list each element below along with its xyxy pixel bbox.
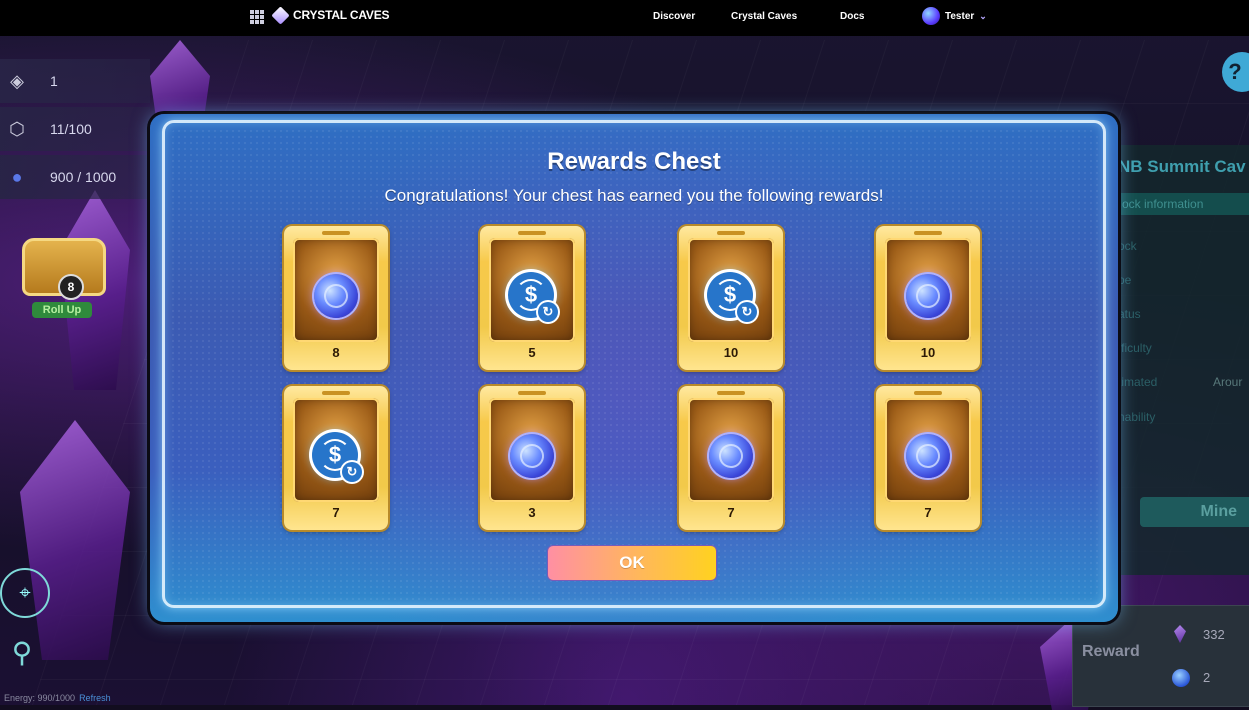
card-notch: [914, 391, 942, 395]
reward-card: 7: [876, 386, 980, 530]
brand-logo[interactable]: CRYSTAL CAVES: [271, 5, 390, 25]
diamond-icon: [271, 5, 290, 25]
hud-capacity-row: ⬡ 11/100: [0, 107, 150, 151]
card-notch: [322, 391, 350, 395]
reward-label: Reward: [1082, 643, 1140, 660]
bridge-badge-icon: ↻: [737, 302, 757, 322]
card-notch: [518, 391, 546, 395]
reward-card: 3: [480, 386, 584, 530]
card-notch: [717, 231, 745, 235]
info-label: fficulty: [1118, 341, 1152, 355]
info-label: timated: [1118, 375, 1158, 389]
reward-coin-value: 2: [1203, 670, 1211, 685]
nav-link-crystal-caves[interactable]: Crystal Caves: [731, 11, 797, 22]
reward-card: 7: [679, 386, 783, 530]
cave-title: NB Summit Cav: [1118, 157, 1246, 176]
reward-card: $ ↻ 10: [679, 226, 783, 370]
reward-card: 10: [876, 226, 980, 370]
card-notch: [914, 231, 942, 235]
reward-amount: 8: [332, 345, 340, 360]
reward-amount: 3: [528, 505, 536, 520]
treasure-chest-button[interactable]: 8: [22, 232, 106, 300]
app-grid-icon[interactable]: [250, 10, 264, 24]
hud-capacity: 11/100: [50, 121, 92, 137]
card-notch: [518, 231, 546, 235]
target-icon[interactable]: ⌖: [0, 568, 50, 618]
top-navigation-bar: CRYSTAL CAVES Discover Crystal Caves Doc…: [0, 0, 1249, 36]
refresh-link[interactable]: Refresh: [79, 693, 111, 703]
avatar: [922, 7, 940, 25]
nav-link-docs[interactable]: Docs: [840, 11, 864, 22]
card-notch: [322, 231, 350, 235]
tab-block-information[interactable]: ock information: [1118, 193, 1249, 215]
hud-level-row: ◈ 1: [0, 59, 150, 103]
coin-icon: [1172, 669, 1190, 687]
reward-amount: 7: [924, 505, 932, 520]
ok-button[interactable]: OK: [548, 546, 716, 580]
roll-up-button[interactable]: Roll Up: [32, 302, 92, 318]
card-notch: [717, 391, 745, 395]
location-pin-icon[interactable]: ⚲: [4, 636, 40, 678]
mine-button[interactable]: Mine: [1140, 497, 1249, 527]
coin-icon: ●: [11, 166, 23, 187]
info-label: pe: [1118, 273, 1132, 287]
reward-amount: 10: [920, 345, 936, 360]
reward-amount: 5: [528, 345, 536, 360]
nav-link-discover[interactable]: Discover: [653, 11, 695, 22]
reward-amount: 7: [332, 505, 340, 520]
energy-footer-text: Energy: 990/1000: [4, 693, 76, 703]
energy-footer: Energy: 990/1000 Refresh: [4, 693, 111, 703]
info-label: nability: [1118, 410, 1156, 424]
layers-icon: ◈: [10, 70, 24, 91]
reward-amount: 10: [723, 345, 739, 360]
reward-card: $ ↻ 7: [284, 386, 388, 530]
chevron-down-icon: ⌄: [979, 10, 987, 21]
bridge-badge-icon: ↻: [538, 302, 558, 322]
modal-title: Rewards Chest: [547, 148, 721, 175]
user-name: Tester: [945, 10, 975, 22]
hud-level: 1: [50, 73, 58, 89]
rewards-chest-modal: Rewards Chest Congratulations! Your ches…: [150, 114, 1118, 622]
hud-energy-row: ● 900 / 1000: [0, 155, 150, 199]
reward-crystal-value: 332: [1203, 627, 1225, 642]
info-label: ock: [1118, 239, 1137, 253]
info-value: Arour: [1213, 375, 1243, 389]
modal-subtitle: Congratulations! Your chest has earned y…: [384, 186, 884, 205]
reward-card: 8: [284, 226, 388, 370]
reward-card: $ ↻ 5: [480, 226, 584, 370]
bridge-badge-icon: ↻: [342, 462, 362, 482]
chest-count-badge: 8: [58, 274, 84, 300]
reward-amount: 7: [727, 505, 735, 520]
brand-name: CRYSTAL CAVES: [293, 8, 390, 22]
hud-energy: 900 / 1000: [50, 169, 117, 185]
user-menu[interactable]: Tester ⌄: [922, 7, 987, 25]
box-icon: ⬡: [9, 118, 25, 139]
info-label: atus: [1118, 307, 1141, 321]
